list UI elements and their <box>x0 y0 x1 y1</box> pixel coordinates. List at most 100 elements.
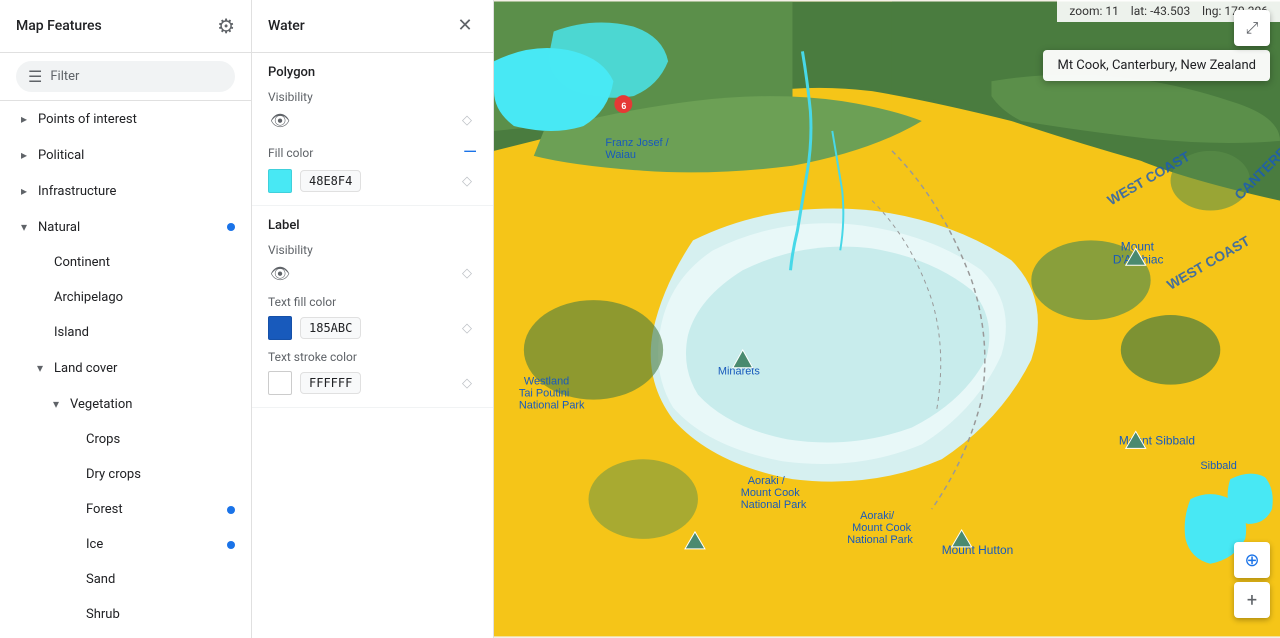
fill-color-label: Fill color <box>268 146 358 160</box>
svg-text:Westland: Westland <box>524 376 569 388</box>
nav-item-label: Land cover <box>54 361 235 376</box>
filter-bar[interactable]: ☰ Filter <box>0 53 251 101</box>
sidebar-nav: ▸ Points of interest ▸ Political ▸ Infrastruc… <box>0 101 251 638</box>
text-stroke-diamond[interactable]: ◇ <box>457 373 477 393</box>
filter-placeholder: Filter <box>50 69 79 84</box>
zoom-label: zoom: <box>1069 4 1102 18</box>
sidebar-item-archipelago[interactable]: Archipelago <box>0 280 251 315</box>
sidebar-item-political[interactable]: ▸ Political <box>0 137 251 173</box>
nav-item-dot <box>227 223 235 231</box>
chevron-icon: ▾ <box>16 219 32 235</box>
text-stroke-swatch[interactable] <box>268 371 292 395</box>
text-stroke-label: Text stroke color <box>268 350 357 364</box>
fill-color-minus[interactable]: — <box>463 142 477 163</box>
sidebar-item-ice[interactable]: Ice <box>0 527 251 562</box>
label-section-title: Label <box>268 218 477 233</box>
sidebar-item-points-of-interest[interactable]: ▸ Points of interest <box>0 101 251 137</box>
lng-label: lng: <box>1202 4 1221 18</box>
polygon-fill-diamond[interactable]: ◇ <box>457 171 477 191</box>
sidebar-item-natural[interactable]: ▾ Natural <box>0 209 251 245</box>
nav-item-label: Infrastructure <box>38 184 235 199</box>
sidebar-item-island[interactable]: Island <box>0 315 251 350</box>
chevron-icon: ▸ <box>16 183 32 199</box>
detail-header: Water ✕ <box>252 0 493 53</box>
map-controls: ⊕ + <box>1234 542 1270 618</box>
nav-item-label: Natural <box>38 220 227 235</box>
nav-item-label: Sand <box>86 572 235 587</box>
svg-text:6: 6 <box>621 101 626 111</box>
nav-item-label: Points of interest <box>38 112 235 127</box>
nav-item-dot <box>227 541 235 549</box>
lat-label: lat: <box>1131 4 1147 18</box>
chevron-icon: ▸ <box>16 111 32 127</box>
polygon-visibility-eye[interactable]: 👁 <box>268 108 292 132</box>
svg-text:National Park: National Park <box>847 534 913 546</box>
filter-icon: ☰ <box>28 67 42 86</box>
sidebar-item-land-cover[interactable]: ▾ Land cover <box>0 350 251 386</box>
svg-text:National Park: National Park <box>519 400 585 412</box>
svg-text:Franz Josef /: Franz Josef / <box>605 137 669 149</box>
text-fill-code[interactable]: 185ABC <box>300 317 361 339</box>
sidebar: Map Features ⚙ ☰ Filter ▸ Points of inter… <box>0 0 252 638</box>
sidebar-item-continent[interactable]: Continent <box>0 245 251 280</box>
label-section: Label Visibility 👁 ◇ Text fill color 185… <box>252 206 493 408</box>
filter-input-container[interactable]: ☰ Filter <box>16 61 235 92</box>
polygon-visibility-diamond[interactable]: ◇ <box>457 110 477 130</box>
nav-item-label: Dry crops <box>86 467 235 482</box>
polygon-fill-swatch[interactable] <box>268 169 292 193</box>
nav-item-label: Political <box>38 148 235 163</box>
sidebar-item-dry-crops[interactable]: Dry crops <box>0 457 251 492</box>
zoom-in-button[interactable]: + <box>1234 582 1270 618</box>
polygon-section: Polygon Visibility 👁 ◇ Fill color — 48E8… <box>252 53 493 206</box>
text-fill-swatch[interactable] <box>268 316 292 340</box>
map-tooltip-text: Mt Cook, Canterbury, New Zealand <box>1057 58 1256 73</box>
settings-icon[interactable]: ⚙ <box>217 14 235 38</box>
sidebar-item-vegetation[interactable]: ▾ Vegetation <box>0 386 251 422</box>
sidebar-item-sand[interactable]: Sand <box>0 562 251 597</box>
chevron-icon: ▾ <box>32 360 48 376</box>
sidebar-item-infrastructure[interactable]: ▸ Infrastructure <box>0 173 251 209</box>
svg-text:National Park: National Park <box>741 499 807 511</box>
nav-item-label: Forest <box>86 502 227 517</box>
sidebar-title: Map Features <box>16 18 102 34</box>
location-button[interactable]: ⊕ <box>1234 542 1270 578</box>
nav-item-label: Crops <box>86 432 235 447</box>
text-stroke-color-row: FFFFFF ◇ <box>268 371 477 395</box>
text-stroke-code[interactable]: FFFFFF <box>300 372 361 394</box>
nav-item-label: Archipelago <box>54 290 235 305</box>
sidebar-item-forest[interactable]: Forest <box>0 492 251 527</box>
sidebar-header: Map Features ⚙ <box>0 0 251 53</box>
svg-text:Aoraki/: Aoraki/ <box>860 510 895 522</box>
nav-item-label: Island <box>54 325 235 340</box>
svg-text:Mount Cook: Mount Cook <box>741 487 801 499</box>
text-fill-diamond[interactable]: ◇ <box>457 318 477 338</box>
nav-item-label: Vegetation <box>70 397 235 412</box>
map-area[interactable]: zoom: 11 lat: -43.503 lng: 170.306 Mt Co… <box>494 0 1280 638</box>
lat-value: -43.503 <box>1150 4 1190 18</box>
svg-text:Aoraki /: Aoraki / <box>748 475 786 487</box>
chevron-icon: ▸ <box>16 147 32 163</box>
label-visibility-eye[interactable]: 👁 <box>268 261 292 285</box>
svg-text:Waiau: Waiau <box>605 149 636 161</box>
map-expand-button[interactable]: ⤢ <box>1234 10 1270 46</box>
nav-item-label: Shrub <box>86 607 235 622</box>
sidebar-item-shrub[interactable]: Shrub <box>0 597 251 632</box>
nav-item-label: Continent <box>54 255 235 270</box>
text-fill-color-row: 185ABC ◇ <box>268 316 477 340</box>
polygon-fill-color-row: 48E8F4 ◇ <box>268 169 477 193</box>
map-tooltip: Mt Cook, Canterbury, New Zealand <box>1043 50 1270 81</box>
sidebar-item-crops[interactable]: Crops <box>0 422 251 457</box>
sidebar-item-tundra[interactable]: Tundra <box>0 632 251 638</box>
map-svg: WEST COAST WEST COAST CANTERBURY CANTERB… <box>494 0 1280 638</box>
svg-text:Mount Cook: Mount Cook <box>852 522 912 534</box>
detail-panel: Water ✕ Polygon Visibility 👁 ◇ Fill colo… <box>252 0 494 638</box>
label-visibility-row: 👁 ◇ <box>268 261 477 285</box>
polygon-visibility-row: 👁 ◇ <box>268 108 477 132</box>
label-visibility-diamond[interactable]: ◇ <box>457 263 477 283</box>
zoom-value: 11 <box>1105 4 1119 18</box>
close-button[interactable]: ✕ <box>453 14 477 38</box>
text-fill-label: Text fill color <box>268 295 336 309</box>
chevron-icon: ▾ <box>48 396 64 412</box>
polygon-fill-code[interactable]: 48E8F4 <box>300 170 361 192</box>
visibility-label: Visibility <box>268 90 358 104</box>
